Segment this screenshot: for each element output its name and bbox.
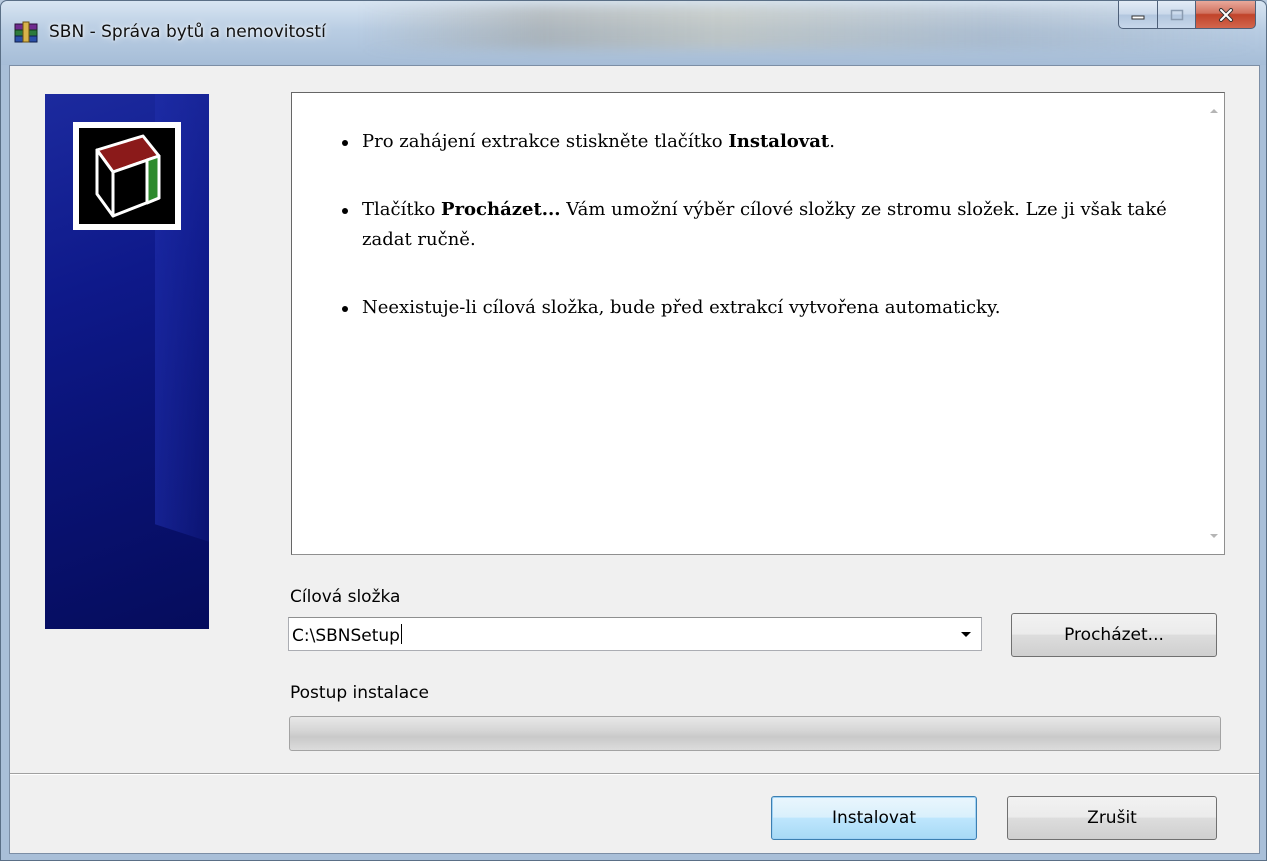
target-folder-value: C:\SBNSetup (292, 626, 400, 646)
target-folder-label: Cílová složka (290, 587, 401, 607)
install-button[interactable]: Instalovat (771, 796, 977, 840)
item-bold-text: Procházet... (441, 199, 561, 220)
vertical-scrollbar[interactable] (1204, 93, 1224, 554)
instructions-panel[interactable]: Pro zahájení extrakce stiskněte tlačítko… (291, 92, 1225, 555)
target-folder-combobox[interactable]: C:\SBNSetup (288, 617, 982, 651)
chevron-down-icon[interactable] (961, 632, 971, 637)
side-banner (45, 94, 209, 629)
text-caret (400, 624, 402, 644)
maximize-icon (1170, 9, 1183, 20)
installer-window: SBN - Správa bytů a nemovitostí Pro zahá… (0, 0, 1267, 861)
close-button[interactable] (1196, 1, 1256, 29)
caption-buttons (1118, 1, 1256, 29)
minimize-icon (1131, 15, 1145, 19)
winrar-archive-icon[interactable] (14, 21, 40, 43)
minimize-button[interactable] (1118, 1, 1158, 29)
sbn-logo (73, 122, 181, 230)
install-progress-bar (289, 716, 1221, 751)
target-folder-input[interactable]: C:\SBNSetup (292, 624, 402, 646)
list-item: Pro zahájení extrakce stiskněte tlačítko… (338, 127, 1178, 157)
item-text: Tlačítko (362, 199, 442, 220)
title-bar[interactable]: SBN - Správa bytů a nemovitostí (1, 1, 1266, 65)
browse-button[interactable]: Procházet... (1011, 613, 1217, 657)
instructions-list: Pro zahájení extrakce stiskněte tlačítko… (338, 127, 1178, 361)
list-item: Tlačítko Procházet... Vám umožní výběr c… (338, 195, 1178, 255)
list-item: Neexistuje-li cílová složka, bude před e… (338, 293, 1178, 323)
logo-box-icon (95, 134, 161, 218)
close-icon (1218, 7, 1233, 22)
scroll-down-icon[interactable] (1210, 534, 1218, 538)
item-text: Neexistuje-li cílová složka, bude před e… (362, 297, 1001, 318)
dialog-client-area: Pro zahájení extrakce stiskněte tlačítko… (9, 65, 1260, 854)
footer-divider (10, 773, 1259, 775)
cancel-button[interactable]: Zrušit (1007, 796, 1217, 840)
scroll-up-icon[interactable] (1210, 109, 1218, 113)
item-bold-text: Instalovat (728, 131, 830, 152)
item-text-end: . (829, 131, 835, 152)
progress-label: Postup instalace (290, 683, 429, 703)
item-text: Pro zahájení extrakce stiskněte tlačítko (362, 131, 729, 152)
window-title: SBN - Správa bytů a nemovitostí (49, 22, 326, 42)
maximize-button[interactable] (1158, 1, 1196, 29)
